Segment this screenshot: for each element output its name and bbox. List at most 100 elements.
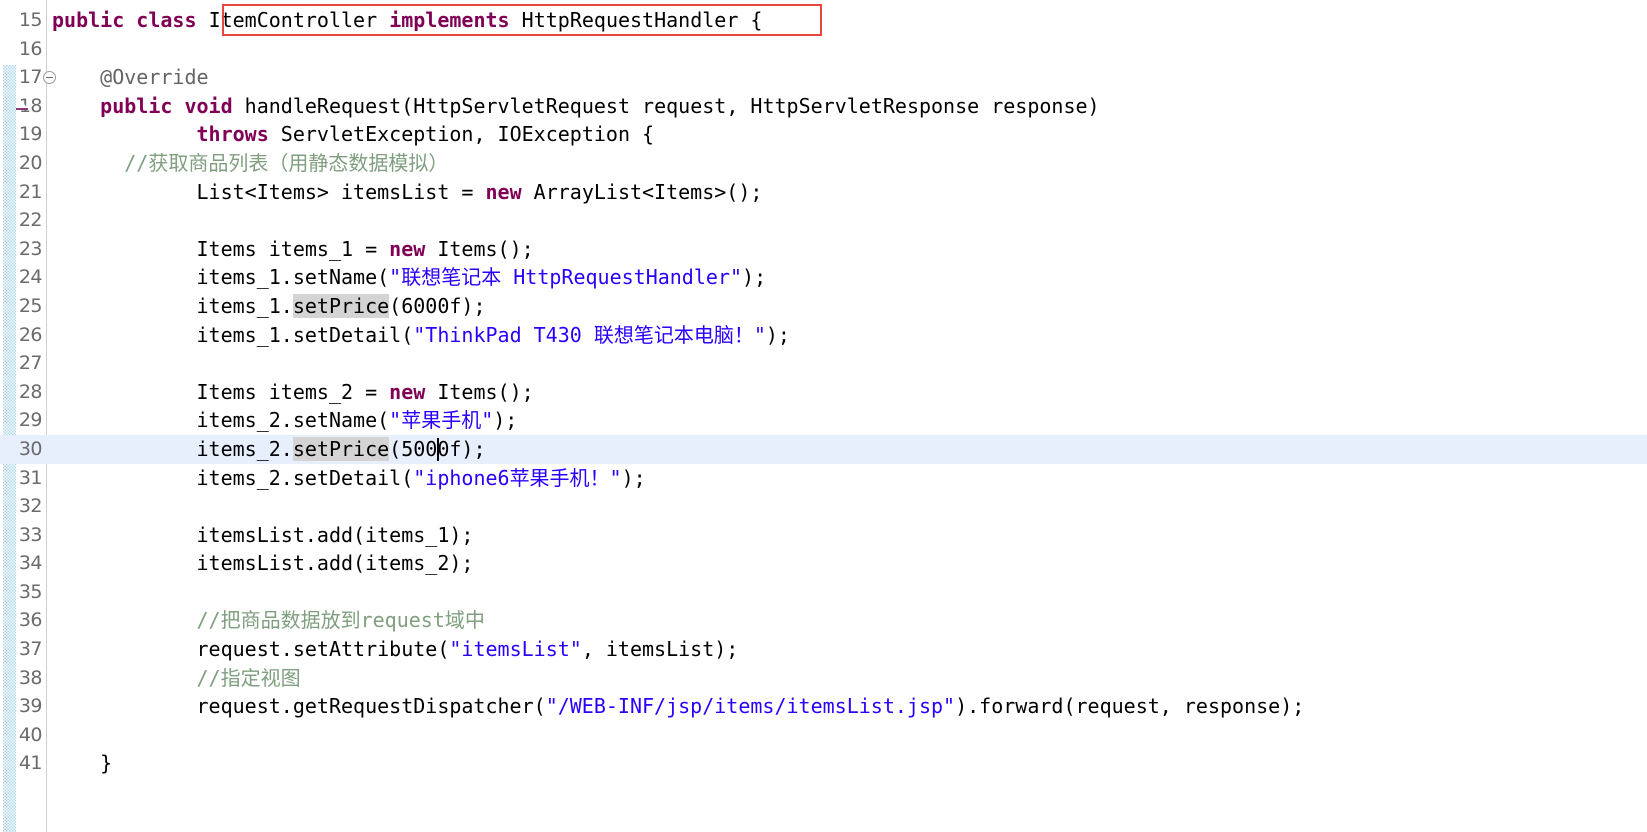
line-number: 40 <box>18 723 43 746</box>
code-lines-container[interactable]: 15 public class ItemController implements… <box>0 6 1647 778</box>
code-text[interactable]: throws ServletException, IOException { <box>52 120 655 149</box>
code-token-kw: void <box>184 93 233 118</box>
code-line[interactable]: 21 List<Items> itemsList = new ArrayList… <box>0 178 1647 207</box>
line-number: 23 <box>18 237 43 260</box>
code-line[interactable]: 40 <box>0 721 1647 750</box>
code-token-kw: new <box>389 379 426 404</box>
code-line[interactable]: 37 request.setAttribute("itemsList", ite… <box>0 635 1647 664</box>
code-token-plain: Items items_2 = <box>52 379 390 404</box>
code-token-plain: request.setAttribute( <box>52 637 450 662</box>
line-number: 16 <box>18 37 43 60</box>
code-line[interactable]: 15 public class ItemController implements… <box>0 6 1647 35</box>
code-text[interactable]: } <box>52 749 112 778</box>
code-text[interactable]: //指定视图 <box>52 664 301 693</box>
code-token-plain: itemsList.add(items_1); <box>52 522 474 547</box>
code-text[interactable]: Items items_2 = new Items(); <box>52 378 534 407</box>
code-line[interactable]: 23 Items items_1 = new Items(); <box>0 235 1647 264</box>
code-text[interactable]: itemsList.add(items_1); <box>52 521 473 550</box>
code-text[interactable]: items_2.setName("苹果手机"); <box>52 406 517 435</box>
code-line[interactable]: 41 } <box>0 749 1647 778</box>
line-number: 21 <box>18 180 43 203</box>
code-token-plain: Items(); <box>425 379 534 404</box>
code-token-plain: items_1.setDetail( <box>52 322 414 347</box>
code-token-str: "/WEB-INF/jsp/items/itemsList.jsp" <box>545 694 956 719</box>
code-token-str: "itemsList" <box>449 637 582 662</box>
line-number: 19 <box>18 123 43 146</box>
code-line[interactable]: 35 <box>0 578 1647 607</box>
code-text[interactable]: //获取商品列表（用静态数据模拟） <box>52 149 448 178</box>
code-token-str: "苹果手机" <box>389 408 494 433</box>
code-token-kw: new <box>485 179 522 204</box>
code-line[interactable]: 19 throws ServletException, IOException … <box>0 120 1647 149</box>
code-text[interactable]: public class ItemController implements H… <box>52 6 762 35</box>
code-line[interactable]: 17 @Override <box>0 63 1647 92</box>
code-token-cmt: //把商品数据放到request域中 <box>52 608 485 633</box>
code-text[interactable]: itemsList.add(items_2); <box>52 549 473 578</box>
code-line[interactable]: 18 public void handleRequest(HttpServlet… <box>0 92 1647 121</box>
line-number: 17 <box>18 66 43 89</box>
line-number: 24 <box>18 266 43 289</box>
code-line[interactable]: 29 items_2.setName("苹果手机"); <box>0 406 1647 435</box>
code-text[interactable]: List<Items> itemsList = new ArrayList<It… <box>52 178 762 207</box>
code-text[interactable]: //把商品数据放到request域中 <box>52 606 485 635</box>
code-token-plain: itemsList.add(items_2); <box>52 551 474 576</box>
code-line[interactable]: 36 //把商品数据放到request域中 <box>0 606 1647 635</box>
code-token-plain: items_2.setName( <box>52 408 390 433</box>
code-token-plain: handleRequest(HttpServletRequest request… <box>232 93 1100 118</box>
code-token-plain: items_2. <box>52 436 293 461</box>
code-token-kw: throws <box>196 122 269 147</box>
line-number: 33 <box>18 523 43 546</box>
code-token-kw: public <box>100 93 173 118</box>
code-line[interactable]: 28 Items items_2 = new Items(); <box>0 378 1647 407</box>
code-line[interactable]: 32 <box>0 492 1647 521</box>
code-token-cmt: //指定视图 <box>52 665 301 690</box>
code-text[interactable]: items_2.setPrice(5000f); <box>52 435 485 464</box>
code-line[interactable]: 20 //获取商品列表（用静态数据模拟） <box>0 149 1647 178</box>
code-line[interactable]: 24 items_1.setName("联想笔记本 HttpRequestHan… <box>0 263 1647 292</box>
code-text[interactable]: items_1.setDetail("ThinkPad T430 联想笔记本电脑… <box>52 321 790 350</box>
code-line[interactable]: 22 <box>0 206 1647 235</box>
code-line[interactable]: 30 items_2.setPrice(5000f); <box>0 434 1647 464</box>
code-text[interactable]: public void handleRequest(HttpServletReq… <box>52 92 1100 121</box>
code-token-plain: List<Items> itemsList = <box>52 179 486 204</box>
code-text[interactable]: items_1.setPrice(6000f); <box>52 292 485 321</box>
code-line[interactable]: 26 items_1.setDetail("ThinkPad T430 联想笔记… <box>0 321 1647 350</box>
code-text[interactable]: @Override <box>52 63 208 92</box>
code-line[interactable]: 39 request.getRequestDispatcher("/WEB-IN… <box>0 692 1647 721</box>
code-line[interactable]: 34 itemsList.add(items_2); <box>0 549 1647 578</box>
code-text[interactable]: request.getRequestDispatcher("/WEB-INF/j… <box>52 692 1304 721</box>
code-token-plain: ); <box>493 408 518 433</box>
line-number: 37 <box>18 638 43 661</box>
code-line[interactable]: 16 <box>0 35 1647 64</box>
code-token-kw: class <box>136 8 197 32</box>
line-number: 38 <box>18 666 43 689</box>
line-number: 31 <box>18 466 43 489</box>
code-token-plain: ); <box>742 265 767 290</box>
code-token-plain: Items items_1 = <box>52 236 390 261</box>
implements-method-icon[interactable] <box>16 100 28 110</box>
code-line[interactable]: 27 <box>0 349 1647 378</box>
code-line[interactable]: 33 itemsList.add(items_1); <box>0 521 1647 550</box>
code-line[interactable]: 38 //指定视图 <box>0 664 1647 693</box>
code-line[interactable]: 25 items_1.setPrice(6000f); <box>0 292 1647 321</box>
line-number: 32 <box>18 495 43 518</box>
code-token-plain: ItemController <box>208 8 390 32</box>
line-number: 25 <box>18 294 43 317</box>
code-text[interactable]: items_1.setName("联想笔记本 HttpRequestHandle… <box>52 263 766 292</box>
code-text[interactable]: Items items_1 = new Items(); <box>52 235 533 264</box>
code-text[interactable]: request.setAttribute("itemsList", itemsL… <box>52 635 738 664</box>
code-line[interactable]: 31 items_2.setDetail("iphone6苹果手机！"); <box>0 464 1647 493</box>
code-token-plain: (6000f); <box>389 293 486 318</box>
java-code-editor[interactable]: 15 public class ItemController implements… <box>0 0 1647 832</box>
code-token-kw: implements <box>389 8 510 32</box>
line-number: 20 <box>18 151 43 174</box>
line-number: 35 <box>18 580 43 603</box>
code-text[interactable]: items_2.setDetail("iphone6苹果手机！"); <box>52 464 645 493</box>
line-number: 41 <box>18 752 43 775</box>
code-token-occ: setPrice <box>292 436 390 461</box>
code-token-plain: request.getRequestDispatcher( <box>52 694 546 719</box>
